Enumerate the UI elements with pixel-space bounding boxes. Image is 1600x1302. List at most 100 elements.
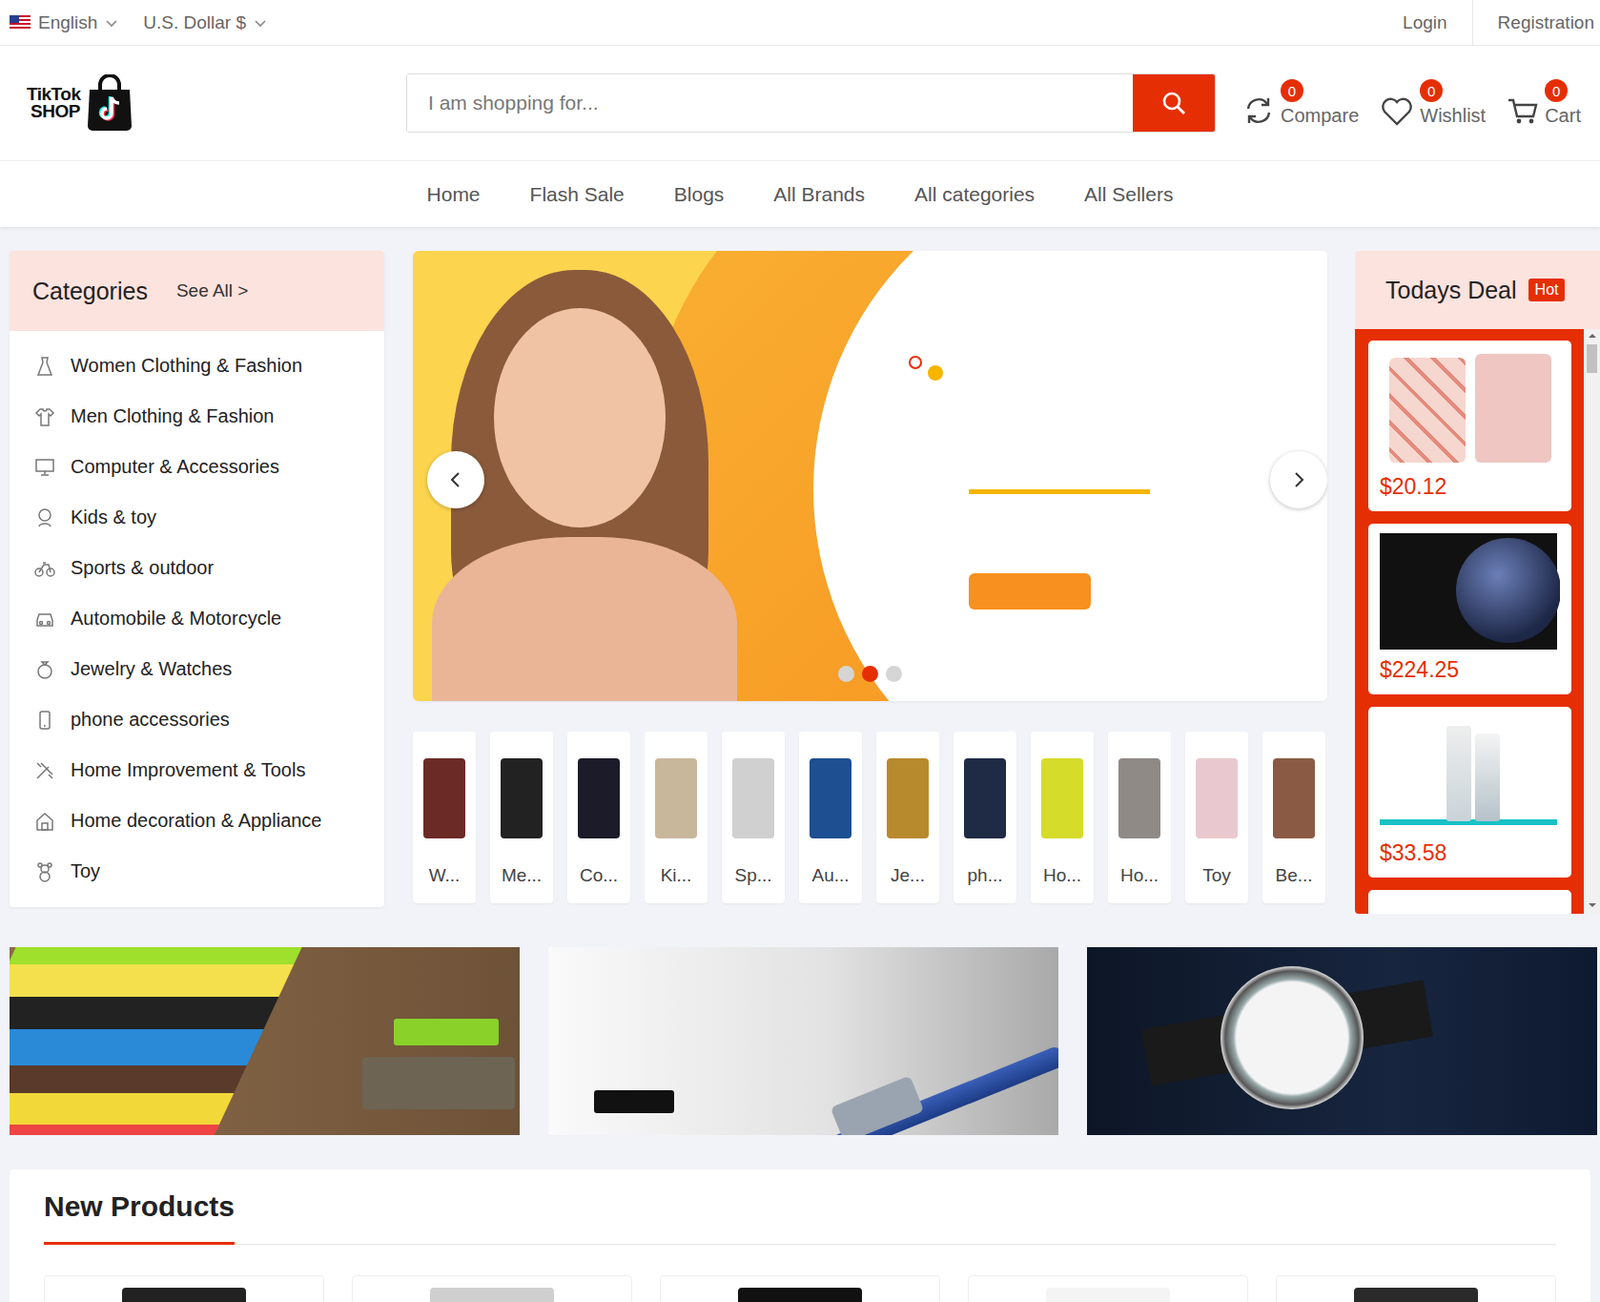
category-item[interactable]: Jewelry & Watches (9, 643, 385, 695)
category-tile[interactable]: Je... (876, 731, 940, 903)
shirt-icon (34, 406, 56, 428)
nav-link[interactable]: All Brands (773, 177, 865, 212)
scroll-thumb[interactable] (1586, 344, 1598, 373)
header-actions: 0Compare 0Wishlist 0Cart (1242, 79, 1581, 127)
category-item[interactable]: Home Improvement & Tools (9, 744, 385, 796)
category-item[interactable]: Automobile & Motorcycle (9, 593, 385, 644)
registration-link[interactable]: Registration (1472, 0, 1600, 45)
category-item[interactable]: Computer & Accessories (9, 441, 385, 493)
category-item[interactable]: Kids & toy (9, 492, 385, 543)
category-image (886, 758, 929, 839)
next-slide-button[interactable] (1270, 451, 1328, 509)
deal-card[interactable]: $20.12 (1368, 340, 1572, 512)
count-badge: 0 (1544, 79, 1568, 103)
category-tile[interactable]: Co... (567, 731, 631, 903)
slider-dot[interactable] (838, 665, 855, 682)
wishlist-button[interactable]: 0Wishlist (1379, 79, 1486, 127)
product-card[interactable] (967, 1274, 1249, 1302)
category-label: phone accessories (70, 708, 230, 731)
language-selector[interactable]: English (38, 12, 98, 34)
category-tile[interactable]: W... (412, 731, 476, 903)
banner-face (493, 307, 666, 528)
heart-icon (1379, 94, 1415, 127)
product-card[interactable] (43, 1274, 325, 1302)
deal-card[interactable]: $33.58 (1368, 706, 1572, 878)
nav-link[interactable]: Blogs (674, 177, 725, 212)
category-item[interactable]: Home decoration & Appliance (9, 795, 385, 846)
razor-banner[interactable] (548, 946, 1059, 1135)
category-item[interactable]: Sports & outdoor (9, 542, 385, 594)
cart-button[interactable]: 0Cart (1506, 79, 1581, 127)
chevron-down-icon (104, 16, 119, 30)
category-tile[interactable]: Be... (1262, 731, 1326, 903)
category-image (964, 758, 1006, 839)
category-tile[interactable]: Toy (1185, 731, 1249, 903)
todays-deal-panel: Todays DealHot $20.12$224.25 $33.58 (1354, 250, 1600, 914)
product-card[interactable] (351, 1274, 633, 1302)
category-tile-label: Me... (497, 864, 546, 886)
nav-link[interactable]: All categories (914, 177, 1035, 212)
tools-icon (34, 759, 56, 781)
category-image (809, 758, 852, 839)
category-label: Men Clothing & Fashion (70, 405, 274, 428)
action-text: 0Cart (1544, 79, 1581, 127)
category-label: Jewelry & Watches (70, 657, 232, 680)
nav-link[interactable]: Home (427, 177, 481, 212)
account-links: LoginRegistration (1377, 0, 1600, 45)
category-tile[interactable]: Sp... (721, 731, 785, 903)
slider-dots (412, 665, 1328, 682)
bicycle-icon (34, 557, 56, 579)
product-image (1379, 899, 1560, 914)
wholesale-banner[interactable] (9, 946, 520, 1135)
nav-link[interactable]: All Sellers (1084, 177, 1173, 212)
category-tile[interactable]: Ho... (1107, 731, 1171, 903)
product-image (122, 1287, 247, 1302)
category-label: Automobile & Motorcycle (70, 607, 282, 630)
action-text: 0Compare (1280, 79, 1359, 127)
teddy-bear-icon (34, 861, 56, 883)
search-button[interactable] (1132, 74, 1215, 132)
see-all-link[interactable]: See All > (176, 280, 249, 302)
category-label: Kids & toy (70, 506, 157, 529)
category-tile[interactable]: Me... (490, 731, 554, 903)
todays-deal-title: Todays Deal (1385, 276, 1518, 305)
prev-slide-button[interactable] (427, 451, 485, 509)
compare-button[interactable]: 0Compare (1242, 79, 1359, 127)
product-image (1379, 533, 1560, 650)
category-item[interactable]: Toy (9, 845, 385, 897)
category-item[interactable]: Women Clothing & Fashion (9, 340, 385, 391)
product-card[interactable] (1275, 1274, 1557, 1302)
category-tile-label: Ho... (1039, 864, 1086, 886)
slider-dot[interactable] (861, 665, 879, 682)
login-link[interactable]: Login (1377, 0, 1473, 45)
scrollbar[interactable] (1583, 328, 1600, 914)
deal-price: $33.58 (1379, 840, 1560, 866)
nav-link[interactable]: Flash Sale (530, 177, 625, 212)
banner-deco-circle (908, 355, 923, 370)
category-image (1041, 758, 1084, 839)
category-image (500, 758, 543, 839)
count-badge: 0 (1419, 79, 1443, 103)
product-card[interactable] (659, 1274, 941, 1302)
category-tile[interactable]: ph... (953, 731, 1017, 903)
currency-selector[interactable]: U.S. Dollar $ (143, 12, 247, 34)
slider-dot[interactable] (885, 665, 903, 682)
category-item[interactable]: Men Clothing & Fashion (9, 390, 385, 442)
category-tile[interactable]: Ho... (1030, 731, 1094, 903)
category-tile-label: Je... (886, 864, 929, 886)
deal-card[interactable]: $224.25 (1368, 523, 1572, 695)
deal-card[interactable] (1368, 889, 1572, 914)
banner-badge (362, 1056, 515, 1109)
category-tile-label: Sp... (730, 864, 776, 886)
category-item[interactable]: phone accessories (9, 694, 385, 745)
hero-slider (412, 250, 1328, 701)
todays-deal-header: Todays DealHot (1354, 250, 1600, 329)
watch-banner[interactable] (1087, 946, 1598, 1135)
search-input[interactable] (407, 74, 1133, 132)
site-logo[interactable]: TikTokSHOP (0, 74, 407, 132)
category-image (423, 758, 466, 839)
banner-deco-circle (927, 365, 944, 381)
category-image (655, 758, 698, 839)
category-tile[interactable]: Au... (799, 731, 862, 903)
category-tile[interactable]: Ki... (644, 731, 708, 903)
